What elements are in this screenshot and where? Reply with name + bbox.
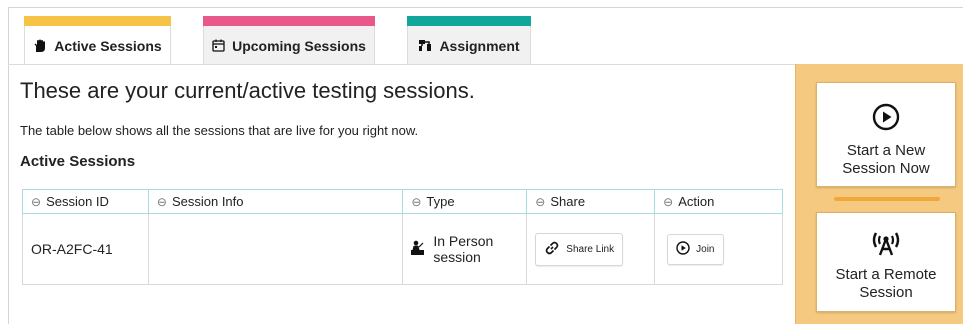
- share-link-label: Share Link: [566, 243, 615, 255]
- tab-label: Assignment: [439, 37, 520, 54]
- page-description: The table below shows all the sessions t…: [20, 123, 419, 138]
- join-label: Join: [696, 243, 715, 255]
- page-title: These are your current/active testing se…: [20, 78, 475, 103]
- tab-label: Upcoming Sessions: [232, 37, 366, 54]
- tab-color-bar: [24, 16, 171, 26]
- tab-label: Active Sessions: [54, 38, 162, 54]
- sort-icon: ⊖: [156, 195, 167, 209]
- section-title: Active Sessions: [20, 153, 136, 170]
- broadcast-tower-icon: [870, 229, 902, 262]
- sort-icon: ⊖: [663, 195, 674, 209]
- calendar-icon: [212, 39, 225, 52]
- column-label: Session ID: [46, 194, 109, 209]
- in-person-icon: [411, 240, 425, 259]
- start-remote-session-button[interactable]: Start a Remote Session: [816, 212, 956, 312]
- session-info-cell: [147, 213, 404, 285]
- play-circle-icon: [676, 240, 690, 258]
- column-header-action[interactable]: ⊖ Action: [654, 189, 783, 214]
- sort-icon: ⊖: [31, 195, 42, 209]
- tab-upcoming-sessions[interactable]: Upcoming Sessions: [203, 16, 375, 64]
- column-label: Action: [678, 194, 715, 209]
- sort-icon: ⊖: [411, 195, 422, 209]
- type-cell: In Person session: [402, 213, 528, 285]
- play-circle-icon: [872, 103, 900, 136]
- tree-icon: [418, 39, 432, 52]
- column-label: Share: [550, 194, 586, 209]
- start-remote-session-label: Start a Remote Session: [835, 266, 937, 301]
- column-header-type[interactable]: ⊖ Type: [402, 189, 528, 214]
- hand-icon: [33, 39, 47, 53]
- share-link-button[interactable]: Share Link: [535, 232, 624, 266]
- table-row: OR-A2FC-41 In Person session Share Link …: [22, 213, 783, 285]
- column-header-session-id[interactable]: ⊖ Session ID: [22, 189, 149, 214]
- column-label: Type: [426, 194, 455, 209]
- sidebar-divider: [834, 197, 940, 201]
- tab-active-sessions[interactable]: Active Sessions: [24, 16, 171, 65]
- quick-actions-sidebar: Start a New Session Now Start a Remote S…: [795, 64, 963, 324]
- tab-color-bar: [203, 16, 375, 26]
- link-icon: [544, 240, 560, 259]
- join-button[interactable]: Join: [667, 233, 724, 265]
- share-cell: Share Link: [526, 213, 656, 285]
- start-new-session-label: Start a New Session Now: [842, 142, 930, 177]
- session-type-label: In Person session: [433, 233, 494, 265]
- column-header-share[interactable]: ⊖ Share: [526, 189, 656, 214]
- start-new-session-button[interactable]: Start a New Session Now: [816, 82, 956, 187]
- column-label: Session Info: [171, 194, 244, 209]
- tab-assignment[interactable]: Assignment: [407, 16, 531, 64]
- table-header-row: ⊖ Session ID ⊖ Session Info ⊖ Type ⊖ Share ⊖…: [22, 189, 783, 214]
- column-header-session-info[interactable]: ⊖ Session Info: [147, 189, 404, 214]
- session-id-cell: OR-A2FC-41: [22, 213, 149, 285]
- tab-bar: Active Sessions Upcoming Sessions Assign…: [8, 8, 795, 65]
- tab-color-bar: [407, 16, 531, 26]
- action-cell: Join: [654, 213, 783, 285]
- sessions-table: ⊖ Session ID ⊖ Session Info ⊖ Type ⊖ Share ⊖…: [22, 189, 783, 285]
- main-content: These are your current/active testing se…: [8, 64, 795, 324]
- sort-icon: ⊖: [535, 195, 546, 209]
